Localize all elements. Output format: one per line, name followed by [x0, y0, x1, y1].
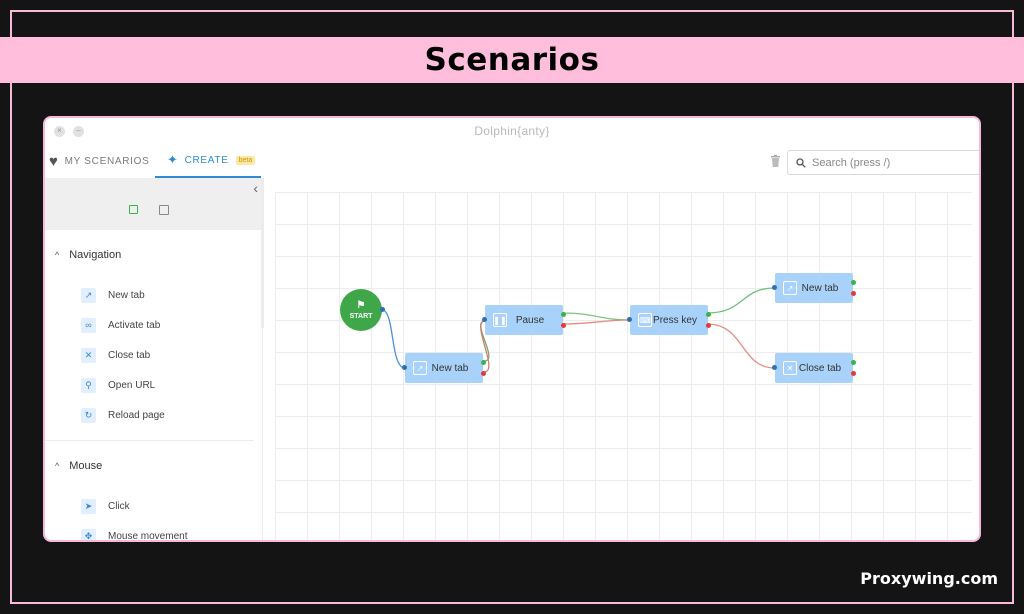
close-icon: ✕	[783, 361, 797, 375]
pause-icon: ❚❚	[493, 313, 507, 327]
error-port[interactable]	[851, 291, 856, 296]
start-node[interactable]: ⚑ START	[340, 289, 385, 331]
tab-bar: ♥ MY SCENARIOS ✦ CREATE beta	[45, 144, 979, 178]
error-port[interactable]	[561, 323, 566, 328]
template-icon[interactable]	[159, 205, 169, 215]
sidebar-item-reload-page[interactable]: ↻ Reload page	[45, 400, 262, 430]
section-navigation[interactable]: ^ Navigation	[45, 230, 262, 280]
search-box[interactable]	[787, 150, 979, 175]
keyboard-icon: ⌨	[638, 313, 652, 327]
output-port[interactable]	[380, 307, 385, 312]
input-port[interactable]	[772, 365, 777, 370]
sidebar-item-label: Open URL	[108, 379, 156, 391]
search-input[interactable]	[812, 156, 972, 169]
new-tab-icon: ↗	[413, 361, 427, 375]
new-tab-icon: ↗	[783, 281, 797, 295]
tab-create[interactable]: ✦ CREATE beta	[155, 144, 261, 178]
node-label: Close tab	[798, 362, 842, 374]
sidebar-item-click[interactable]: ➤ Click	[45, 491, 262, 521]
section-title: Navigation	[69, 249, 122, 261]
section-mouse[interactable]: ^ Mouse	[45, 441, 262, 491]
node-label: New tab	[801, 282, 839, 294]
sidebar-item-label: Mouse movement	[108, 530, 188, 542]
flag-icon: ⚑	[356, 300, 366, 311]
new-tab-icon: ↗	[81, 287, 96, 303]
watermark-text: Proxywing.com	[860, 569, 998, 588]
sidebar-item-mouse-movement[interactable]: ✥ Mouse movement	[45, 521, 262, 542]
error-port[interactable]	[851, 371, 856, 376]
sidebar-scrollbar[interactable]	[261, 178, 264, 328]
add-block-icon[interactable]	[129, 205, 138, 214]
flow-node-new-tab-2[interactable]: ↗ New tab	[772, 273, 856, 303]
sidebar-item-new-tab[interactable]: ↗ New tab	[45, 280, 262, 310]
sidebar-item-close-tab[interactable]: ✕ Close tab	[45, 340, 262, 370]
reload-icon: ↻	[81, 407, 96, 423]
link-icon: ∞	[81, 317, 96, 333]
section-title: Mouse	[69, 460, 103, 472]
error-port[interactable]	[481, 371, 486, 376]
chain-link-icon: ⚲	[81, 377, 96, 393]
cursor-icon: ➤	[81, 498, 96, 514]
chevron-up-icon: ^	[55, 461, 60, 471]
collapse-sidebar-icon[interactable]: ‹	[253, 180, 258, 196]
input-port[interactable]	[482, 317, 487, 322]
tab-my-scenarios-label: MY SCENARIOS	[64, 155, 150, 167]
sidebar-item-label: New tab	[108, 289, 145, 301]
sidebar-item-activate-tab[interactable]: ∞ Activate tab	[45, 310, 262, 340]
search-icon	[796, 157, 806, 168]
sparkle-icon: ✦	[167, 152, 179, 167]
move-icon: ✥	[81, 528, 96, 540]
tab-my-scenarios[interactable]: ♥ MY SCENARIOS	[49, 144, 150, 178]
flow-canvas[interactable]	[275, 192, 972, 540]
start-label: START	[349, 313, 373, 320]
title-bar: × – Dolphin{anty}	[45, 118, 979, 144]
success-port[interactable]	[481, 360, 486, 365]
sidebar-toolbar: ‹	[45, 178, 262, 230]
tab-create-label: CREATE	[184, 154, 229, 166]
flow-node-new-tab[interactable]: ↗ New tab	[402, 353, 486, 383]
sidebar-item-label: Activate tab	[108, 319, 161, 331]
node-label: New tab	[431, 362, 469, 374]
close-icon: ✕	[81, 347, 96, 363]
app-window: × – Dolphin{anty} ♥ MY SCENARIOS ✦ CREAT…	[43, 116, 981, 542]
input-port[interactable]	[627, 317, 632, 322]
success-port[interactable]	[851, 360, 856, 365]
node-label: Pause	[515, 314, 545, 326]
chevron-up-icon: ^	[55, 250, 60, 260]
success-port[interactable]	[706, 312, 711, 317]
sidebar-item-label: Close tab	[108, 349, 151, 361]
sidebar-item-open-url[interactable]: ⚲ Open URL	[45, 370, 262, 400]
trash-icon[interactable]	[770, 155, 781, 167]
flow-node-close-tab[interactable]: ✕ Close tab	[772, 353, 856, 383]
banner-title: Scenarios	[424, 42, 600, 78]
flow-node-press-key[interactable]: ⌨ Press key	[627, 305, 711, 335]
error-port[interactable]	[706, 323, 711, 328]
success-port[interactable]	[851, 280, 856, 285]
sidebar-item-label: Reload page	[108, 409, 165, 421]
sidebar-item-label: Click	[108, 500, 130, 512]
heart-icon: ♥	[49, 152, 59, 170]
beta-badge: beta	[235, 155, 256, 165]
node-label: Press key	[653, 314, 697, 326]
input-port[interactable]	[402, 365, 407, 370]
window-title: Dolphin{anty}	[474, 124, 550, 138]
flow-node-pause[interactable]: ❚❚ Pause	[482, 305, 566, 335]
sidebar: ‹ ^ Navigation ↗ New tab ∞ Activate tab …	[45, 178, 263, 542]
input-port[interactable]	[772, 285, 777, 290]
success-port[interactable]	[561, 312, 566, 317]
title-banner: Scenarios	[0, 37, 1024, 83]
